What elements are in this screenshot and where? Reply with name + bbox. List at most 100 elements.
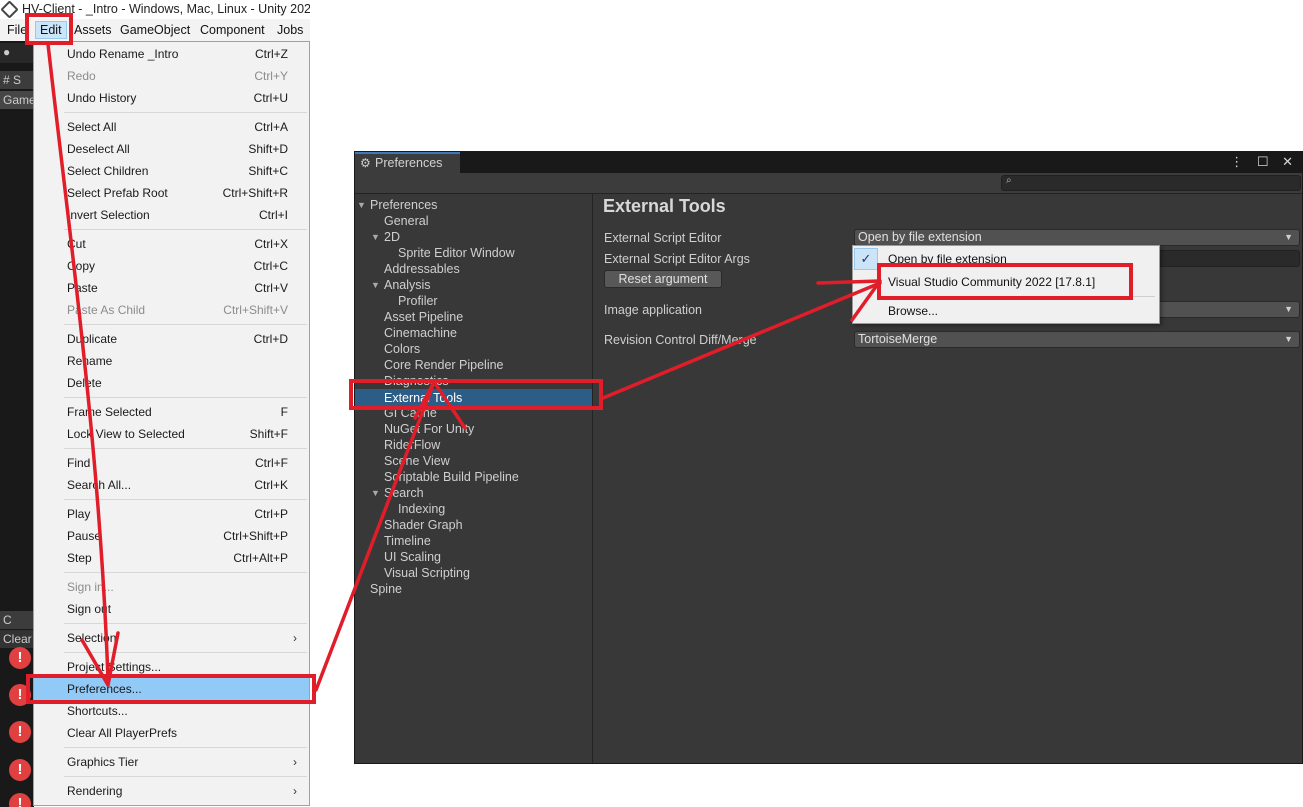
menu-item-select-children[interactable]: Select Children Shift+C xyxy=(34,160,309,182)
menu-item-shortcut: Ctrl+X xyxy=(254,237,288,251)
sidebar-item-2d[interactable]: ▼ 2D xyxy=(355,229,592,245)
menu-item-delete[interactable]: Delete xyxy=(34,372,309,394)
external-script-editor-value: Open by file extension xyxy=(858,230,982,244)
game-tab[interactable]: Game xyxy=(0,91,34,109)
preferences-sidebar: ▼ Preferences General ▼ 2D Sprite Editor Wind… xyxy=(355,194,593,763)
menu-item-undo-rename-intro[interactable]: Undo Rename _Intro Ctrl+Z xyxy=(34,43,309,65)
sidebar-item-colors[interactable]: Colors xyxy=(355,341,592,357)
sidebar-item-spine[interactable]: Spine xyxy=(355,581,592,597)
sidebar-item-addressables[interactable]: Addressables xyxy=(355,261,592,277)
sidebar-item-ui-scaling[interactable]: UI Scaling xyxy=(355,549,592,565)
sidebar-item-analysis[interactable]: ▼ Analysis xyxy=(355,277,592,293)
menu-component[interactable]: Component xyxy=(200,22,265,38)
sidebar-item-label: Scriptable Build Pipeline xyxy=(384,470,519,484)
menu-item-label: Rendering xyxy=(67,784,123,798)
menu-item-select-all[interactable]: Select All Ctrl+A xyxy=(34,116,309,138)
menu-item-pause[interactable]: Pause Ctrl+Shift+P xyxy=(34,525,309,547)
menu-item-step[interactable]: Step Ctrl+Alt+P xyxy=(34,547,309,569)
menu-separator xyxy=(64,448,307,449)
search-input[interactable]: ⌕ xyxy=(1001,175,1301,191)
sidebar-item-scene-view[interactable]: Scene View xyxy=(355,453,592,469)
menu-item-shortcut: Ctrl+Alt+P xyxy=(233,551,288,565)
revision-control-value: TortoiseMerge xyxy=(858,332,938,346)
sidebar-item-cinemachine[interactable]: Cinemachine xyxy=(355,325,592,341)
sidebar-item-visual-scripting[interactable]: Visual Scripting xyxy=(355,565,592,581)
annotation-box-edit-menu xyxy=(25,13,73,45)
expand-triangle-icon[interactable]: ▼ xyxy=(371,229,380,245)
sidebar-item-profiler[interactable]: Profiler xyxy=(355,293,592,309)
sidebar-item-label: Colors xyxy=(384,342,421,356)
chevron-down-icon: ▼ xyxy=(1284,304,1293,314)
menu-item-find[interactable]: Find Ctrl+F xyxy=(34,452,309,474)
menu-jobs[interactable]: Jobs xyxy=(277,22,303,38)
sidebar-item-scriptable-build-pipeline[interactable]: Scriptable Build Pipeline xyxy=(355,469,592,485)
annotation-box-preferences xyxy=(26,674,316,704)
chevron-right-icon: › xyxy=(293,631,297,645)
preferences-tab-bar: ⚙ Preferences ⋮ ☐ ✕ xyxy=(355,152,1302,173)
sidebar-item-label: Cinemachine xyxy=(384,326,457,340)
sidebar-item-core-render-pipeline[interactable]: Core Render Pipeline xyxy=(355,357,592,373)
scene-tab[interactable]: # S xyxy=(0,71,34,89)
menu-item-undo-history[interactable]: Undo History Ctrl+U xyxy=(34,87,309,109)
menu-item-shortcut: Ctrl+V xyxy=(254,281,288,295)
menu-item-redo[interactable]: Redo Ctrl+Y xyxy=(34,65,309,87)
menu-item-label: Delete xyxy=(67,376,102,390)
menu-item-deselect-all[interactable]: Deselect All Shift+D xyxy=(34,138,309,160)
sidebar-item-label: General xyxy=(384,214,429,228)
window-buttons[interactable]: ⋮ ☐ ✕ xyxy=(1230,154,1298,170)
sidebar-item-nuget-for-unity[interactable]: NuGet For Unity xyxy=(355,421,592,437)
menu-item-paste[interactable]: Paste Ctrl+V xyxy=(34,277,309,299)
sidebar-item-preferences[interactable]: ▼ Preferences xyxy=(355,197,592,213)
menu-item-lock-view-to-selected[interactable]: Lock View to Selected Shift+F xyxy=(34,423,309,445)
console-tab[interactable]: C xyxy=(0,611,34,629)
menu-item-copy[interactable]: Copy Ctrl+C xyxy=(34,255,309,277)
sidebar-item-riderflow[interactable]: RiderFlow xyxy=(355,437,592,453)
menu-item-shortcut: Ctrl+Shift+V xyxy=(223,303,288,317)
menu-item-rename[interactable]: Rename xyxy=(34,350,309,372)
menu-item-selection[interactable]: Selection › xyxy=(34,627,309,649)
menu-item-duplicate[interactable]: Duplicate Ctrl+D xyxy=(34,328,309,350)
menu-item-clear-all-playerprefs[interactable]: Clear All PlayerPrefs xyxy=(34,722,309,744)
menu-item-cut[interactable]: Cut Ctrl+X xyxy=(34,233,309,255)
menu-item-rendering[interactable]: Rendering › xyxy=(34,780,309,802)
sidebar-item-label: Shader Graph xyxy=(384,518,463,532)
sidebar-item-sprite-editor-window[interactable]: Sprite Editor Window xyxy=(355,245,592,261)
menu-item-shortcut: Ctrl+C xyxy=(253,259,288,273)
menu-item-play[interactable]: Play Ctrl+P xyxy=(34,503,309,525)
revision-control-dropdown[interactable]: TortoiseMerge ▼ xyxy=(854,331,1300,348)
console-clear-button[interactable]: Clear xyxy=(0,630,34,648)
expand-triangle-icon[interactable]: ▼ xyxy=(371,277,380,293)
menu-assets[interactable]: Assets xyxy=(74,22,112,38)
preferences-tab[interactable]: ⚙ Preferences xyxy=(355,152,460,173)
popup-item-browse[interactable]: Browse... xyxy=(853,299,1159,323)
menu-item-label: Select Children xyxy=(67,164,149,178)
menu-item-graphics-tier[interactable]: Graphics Tier › xyxy=(34,751,309,773)
menu-item-label: Sign out xyxy=(67,602,112,616)
menu-item-label: Rename xyxy=(67,354,113,368)
sidebar-item-general[interactable]: General xyxy=(355,213,592,229)
menu-gameobject[interactable]: GameObject xyxy=(120,22,190,38)
menu-item-shortcut: Shift+C xyxy=(248,164,288,178)
account-button[interactable]: ● xyxy=(0,43,34,63)
menu-item-invert-selection[interactable]: Invert Selection Ctrl+I xyxy=(34,204,309,226)
expand-triangle-icon[interactable]: ▼ xyxy=(357,197,366,213)
menu-item-sign-in[interactable]: Sign in... xyxy=(34,576,309,598)
unity-logo-icon xyxy=(0,0,19,19)
expand-triangle-icon[interactable]: ▼ xyxy=(371,485,380,501)
sidebar-item-search[interactable]: ▼ Search xyxy=(355,485,592,501)
menu-separator xyxy=(64,499,307,500)
menu-item-label: Deselect All xyxy=(67,142,130,156)
reset-argument-button[interactable]: Reset argument xyxy=(604,270,722,288)
menu-item-select-prefab-root[interactable]: Select Prefab Root Ctrl+Shift+R xyxy=(34,182,309,204)
sidebar-item-timeline[interactable]: Timeline xyxy=(355,533,592,549)
sidebar-item-shader-graph[interactable]: Shader Graph xyxy=(355,517,592,533)
menu-item-frame-selected[interactable]: Frame Selected F xyxy=(34,401,309,423)
sidebar-item-asset-pipeline[interactable]: Asset Pipeline xyxy=(355,309,592,325)
menu-item-label: Redo xyxy=(67,69,96,83)
sidebar-item-label: Sprite Editor Window xyxy=(398,246,515,260)
menu-item-sign-out[interactable]: Sign out xyxy=(34,598,309,620)
external-script-editor-dropdown[interactable]: Open by file extension ▼ xyxy=(854,229,1300,246)
menu-item-paste-as-child[interactable]: Paste As Child Ctrl+Shift+V xyxy=(34,299,309,321)
sidebar-item-indexing[interactable]: Indexing xyxy=(355,501,592,517)
menu-item-search-all[interactable]: Search All... Ctrl+K xyxy=(34,474,309,496)
